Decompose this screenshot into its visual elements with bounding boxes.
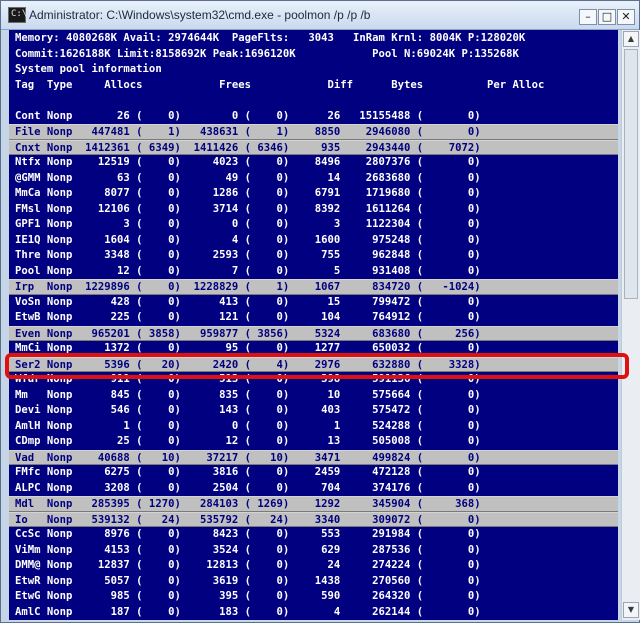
pool-row: VoSn Nonp 428 ( 0) 413 ( 0) 15 799472 ( …	[15, 295, 481, 308]
commit-line: Commit:1626188K Limit:8158692K Peak:1696…	[15, 47, 519, 60]
pool-row: Irp Nonp 1229896 ( 0) 1228829 ( 1) 1067 …	[9, 279, 618, 295]
column-header: Tag Type Allocs Frees Diff Bytes Per All…	[15, 78, 545, 91]
cmd-icon-glyph: C:\	[11, 9, 28, 19]
scroll-down-arrow-icon[interactable]: ▼	[623, 602, 639, 618]
vertical-scrollbar[interactable]: ▲ ▼	[621, 30, 640, 620]
pool-row: Ser2 Nonp 5396 ( 20) 2420 ( 4) 2976 6328…	[9, 356, 618, 372]
pool-row: ViMm Nonp 4153 ( 0) 3524 ( 0) 629 287536…	[15, 543, 481, 556]
console-output[interactable]: Memory: 4080268K Avail: 2974644K PageFlt…	[9, 30, 618, 620]
pool-row: FMfc Nonp 6275 ( 0) 3816 ( 0) 2459 47212…	[15, 466, 481, 478]
pool-row: CcSc Nonp 8976 ( 0) 8423 ( 0) 553 291984…	[15, 528, 481, 540]
pool-row: EtwB Nonp 225 ( 0) 121 ( 0) 104 764912 (…	[15, 311, 481, 323]
minimize-button[interactable]: –	[579, 9, 597, 25]
pool-row: File Nonp 447481 ( 1) 438631 ( 1) 8850 2…	[9, 124, 618, 140]
pool-row	[9, 93, 618, 109]
pool-row: AmlH Nonp 1 ( 0) 0 ( 0) 1 524288 ( 0)	[15, 419, 481, 432]
memory-line: Memory: 4080268K Avail: 2974644K PageFlt…	[15, 32, 526, 44]
pool-row: Cont Nonp 26 ( 0) 0 ( 0) 26 15155488 ( 0…	[15, 109, 481, 122]
pool-row: FMsl Nonp 12106 ( 0) 3714 ( 0) 8392 1611…	[15, 202, 481, 215]
window-title: Administrator: C:\Windows\system32\cmd.e…	[29, 8, 371, 22]
pool-row: Mm Nonp 845 ( 0) 835 ( 0) 10 575664 ( 0)	[15, 388, 481, 401]
pool-row: MmCi Nonp 1372 ( 0) 95 ( 0) 1277 650032 …	[15, 342, 481, 354]
pool-row: Thre Nonp 3348 ( 0) 2593 ( 0) 755 962848…	[15, 249, 481, 261]
pool-row: Vad Nonp 40688 ( 10) 37217 ( 10) 3471 49…	[9, 449, 618, 465]
cmd-icon[interactable]: C:\	[8, 7, 28, 23]
pool-row: AmlC Nonp 187 ( 0) 183 ( 0) 4 262144 ( 0…	[15, 605, 481, 618]
pool-row: Io Nonp 539132 ( 24) 535792 ( 24) 3340 3…	[9, 511, 618, 527]
pool-row: EtwR Nonp 5057 ( 0) 3619 ( 0) 1438 27056…	[15, 574, 481, 587]
pool-row: ALPC Nonp 3208 ( 0) 2504 ( 0) 704 374176…	[15, 481, 481, 494]
pool-row: Even Nonp 965201 ( 3858) 959877 ( 3856) …	[9, 325, 618, 341]
pool-row: GPF1 Nonp 3 ( 0) 0 ( 0) 3 1122304 ( 0)	[15, 218, 481, 230]
pool-row: Ntfx Nonp 12519 ( 0) 4023 ( 0) 8496 2807…	[15, 156, 481, 168]
pool-row: @GMM Nonp 63 ( 0) 49 ( 0) 14 2683680 ( 0…	[15, 171, 481, 184]
console-window: C:\ Administrator: C:\Windows\system32\c…	[0, 0, 640, 623]
close-button[interactable]: ✕	[617, 9, 635, 25]
pool-row: IE1Q Nonp 1604 ( 0) 4 ( 0) 1600 975248 (…	[15, 233, 481, 246]
title-bar[interactable]: C:\ Administrator: C:\Windows\system32\c…	[1, 1, 639, 30]
section-title: System pool information	[15, 63, 162, 75]
pool-row: Wfdr Nonp 911 ( 0) 513 ( 0) 398 591136 (…	[15, 373, 481, 385]
pool-row: Pool Nonp 12 ( 0) 7 ( 0) 5 931408 ( 0)	[15, 264, 481, 277]
pool-row: Cnxt Nonp 1412361 ( 6349) 1411426 ( 6346…	[9, 139, 618, 155]
scroll-thumb[interactable]	[624, 49, 638, 299]
pool-row: CDmp Nonp 25 ( 0) 12 ( 0) 13 505008 ( 0)	[15, 435, 481, 447]
pool-row: Mdl Nonp 285395 ( 1270) 284103 ( 1269) 1…	[9, 496, 618, 512]
pool-row: EtwG Nonp 985 ( 0) 395 ( 0) 590 264320 (…	[15, 590, 481, 602]
pool-row: MmCa Nonp 8077 ( 0) 1286 ( 0) 6791 17196…	[15, 187, 481, 199]
scroll-up-arrow-icon[interactable]: ▲	[623, 31, 639, 47]
maximize-button[interactable]: □	[598, 9, 616, 25]
pool-row: DMM@ Nonp 12837 ( 0) 12813 ( 0) 24 27422…	[15, 559, 481, 571]
pool-row: Devi Nonp 546 ( 0) 143 ( 0) 403 575472 (…	[15, 404, 481, 416]
